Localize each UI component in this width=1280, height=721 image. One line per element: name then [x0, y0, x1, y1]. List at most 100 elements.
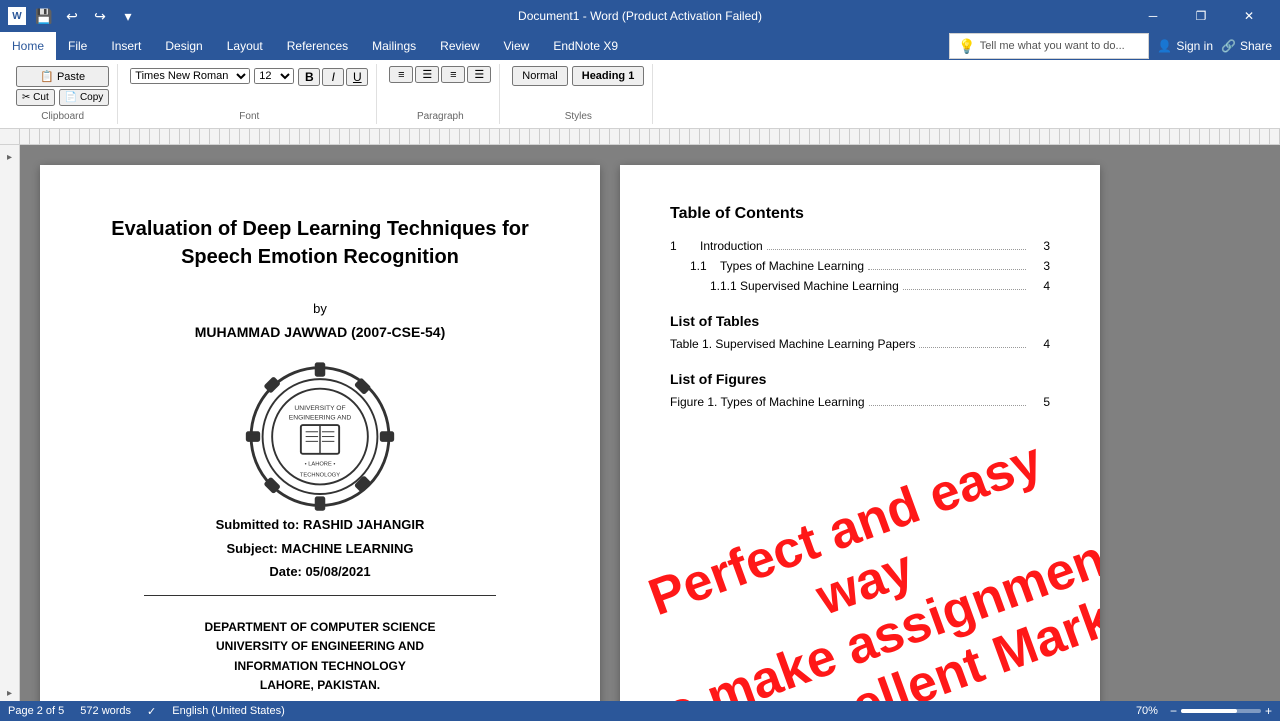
clipboard-label: Clipboard — [41, 111, 84, 122]
ruler-content — [20, 129, 1280, 145]
minimize-button[interactable]: ─ — [1130, 0, 1176, 32]
share-icon: 🔗 — [1221, 39, 1236, 53]
dept2: UNIVERSITY OF ENGINEERING AND — [204, 637, 435, 656]
tab-review[interactable]: Review — [428, 32, 491, 60]
word-icon: W — [8, 7, 26, 25]
document-area[interactable]: Evaluation of Deep Learning Techniques f… — [20, 145, 1280, 701]
tab-insert[interactable]: Insert — [99, 32, 153, 60]
status-right: 70% − + — [1136, 704, 1272, 718]
toc-label-1: Introduction — [700, 239, 763, 253]
undo-button[interactable]: ↩ — [60, 4, 84, 28]
dept-info: DEPARTMENT OF COMPUTER SCIENCE UNIVERSIT… — [204, 618, 435, 695]
copy-button[interactable]: 📄 Copy — [59, 89, 110, 106]
subject-val: MACHINE LEARNING — [281, 541, 413, 556]
restore-button[interactable]: ❐ — [1178, 0, 1224, 32]
tab-layout[interactable]: Layout — [215, 32, 275, 60]
toc-label-1-1: Types of Machine Learning — [720, 259, 864, 273]
table-entry-1: Table 1. Supervised Machine Learning Pap… — [670, 337, 1050, 351]
styles-label: Styles — [565, 111, 592, 122]
font-size-select[interactable]: 12 — [254, 68, 294, 84]
toc-page: Table of Contents 1 Introduction 3 1.1 T… — [620, 165, 1100, 701]
language: English (United States) — [172, 705, 285, 717]
list-of-tables-heading: List of Tables — [670, 313, 1050, 329]
tab-mailings[interactable]: Mailings — [360, 32, 428, 60]
redo-button[interactable]: ↪ — [88, 4, 112, 28]
tab-file[interactable]: File — [56, 32, 99, 60]
ribbon: Home File Insert Design Layout Reference… — [0, 32, 1280, 129]
watermark-overlay: Perfect and easy way to make assignment … — [620, 416, 1100, 701]
sign-in-button[interactable]: 👤 Sign in — [1157, 39, 1213, 53]
margin-bottom-icon: ▸ — [2, 685, 18, 701]
share-label: Share — [1240, 39, 1272, 53]
toc-entry-1-1-1: 1.1.1 Supervised Machine Learning 4 — [670, 279, 1050, 293]
justify-button[interactable]: ☰ — [467, 66, 491, 83]
watermark-line1: Perfect and easy way — [620, 416, 1100, 698]
subject-label: Subject: — [226, 541, 277, 556]
cover-page: Evaluation of Deep Learning Techniques f… — [40, 165, 600, 701]
person-icon: 👤 — [1157, 39, 1172, 53]
figure-page-1: 5 — [1030, 395, 1050, 409]
align-center-button[interactable]: ☰ — [415, 66, 439, 83]
main-area: ▸ ▸ Evaluation of Deep Learning Techniqu… — [0, 145, 1280, 701]
document-title: Evaluation of Deep Learning Techniques f… — [100, 215, 540, 271]
svg-text:UNIVERSITY OF: UNIVERSITY OF — [294, 405, 345, 412]
status-bar: Page 2 of 5 572 words ✓ English (United … — [0, 701, 1280, 721]
lightbulb-icon: 💡 — [958, 38, 975, 55]
tab-view[interactable]: View — [492, 32, 542, 60]
zoom-level: 70% — [1136, 705, 1158, 717]
left-margin-bar: ▸ ▸ — [0, 145, 20, 701]
paragraph-group: ≡ ☰ ≡ ☰ Paragraph — [381, 64, 500, 124]
svg-text:ENGINEERING AND: ENGINEERING AND — [289, 414, 352, 421]
underline-button[interactable]: U — [346, 68, 368, 86]
watermark-line2: to make assignment — [635, 523, 1100, 701]
bold-button[interactable]: B — [298, 68, 320, 86]
dept3: INFORMATION TECHNOLOGY — [204, 657, 435, 676]
toc-page-1: 3 — [1030, 239, 1050, 253]
proofing-icon: ✓ — [147, 705, 156, 718]
watermark-line3: Get Excellent Marks — [655, 577, 1100, 701]
list-of-figures-heading: List of Figures — [670, 371, 1050, 387]
dept4: LAHORE, PAKISTAN. — [204, 676, 435, 695]
styles-group: Normal Heading 1 Styles — [504, 64, 653, 124]
submitted-label: Submitted to: — [216, 517, 300, 532]
svg-text:TECHNOLOGY: TECHNOLOGY — [300, 473, 340, 479]
toc-heading: Table of Contents — [670, 205, 1050, 223]
figure-entry-1: Figure 1. Types of Machine Learning 5 — [670, 395, 1050, 409]
save-button[interactable]: 💾 — [32, 4, 56, 28]
cut-button[interactable]: ✂ Cut — [16, 89, 55, 106]
tell-bar-text: Tell me what you want to do... — [980, 40, 1125, 52]
zoom-in-button[interactable]: + — [1265, 704, 1272, 718]
toc-num-1-1-1: 1.1.1 — [710, 279, 740, 293]
font-family-select[interactable]: Times New Roman — [130, 68, 250, 84]
watermark-text: Perfect and easy way to make assignment … — [620, 416, 1100, 701]
tab-references[interactable]: References — [275, 32, 360, 60]
window-controls: ─ ❐ ✕ — [1130, 0, 1272, 32]
align-left-button[interactable]: ≡ — [389, 66, 413, 83]
close-button[interactable]: ✕ — [1226, 0, 1272, 32]
page-count: Page 2 of 5 — [8, 705, 64, 717]
italic-button[interactable]: I — [322, 68, 344, 86]
tab-endnote[interactable]: EndNote X9 — [541, 32, 630, 60]
clipboard-group: 📋 Paste ✂ Cut 📄 Copy Clipboard — [8, 64, 118, 124]
share-button[interactable]: 🔗 Share — [1221, 39, 1272, 53]
toc-entry-1-1: 1.1 Types of Machine Learning 3 — [670, 259, 1050, 273]
author-name: MUHAMMAD JAWWAD (2007-CSE-54) — [195, 324, 445, 340]
toc-entry-1: 1 Introduction 3 — [670, 239, 1050, 253]
ruler — [0, 129, 1280, 145]
normal-style-button[interactable]: Normal — [512, 66, 567, 86]
tab-home[interactable]: Home — [0, 32, 56, 60]
toc-page-1-1: 3 — [1030, 259, 1050, 273]
by-text: by — [313, 301, 327, 316]
align-right-button[interactable]: ≡ — [441, 66, 465, 83]
date-val: 05/08/2021 — [306, 564, 371, 579]
heading1-style-button[interactable]: Heading 1 — [572, 66, 645, 86]
tab-design[interactable]: Design — [153, 32, 214, 60]
svg-text:• LAHORE •: • LAHORE • — [305, 461, 336, 467]
tell-bar[interactable]: 💡 Tell me what you want to do... — [949, 33, 1149, 59]
paste-button[interactable]: 📋 Paste — [16, 66, 109, 87]
margin-top-icon: ▸ — [2, 149, 18, 165]
zoom-out-button[interactable]: − — [1170, 704, 1177, 718]
page-divider — [144, 595, 496, 596]
toc-page-1-1-1: 4 — [1030, 279, 1050, 293]
customize-button[interactable]: ▾ — [116, 4, 140, 28]
